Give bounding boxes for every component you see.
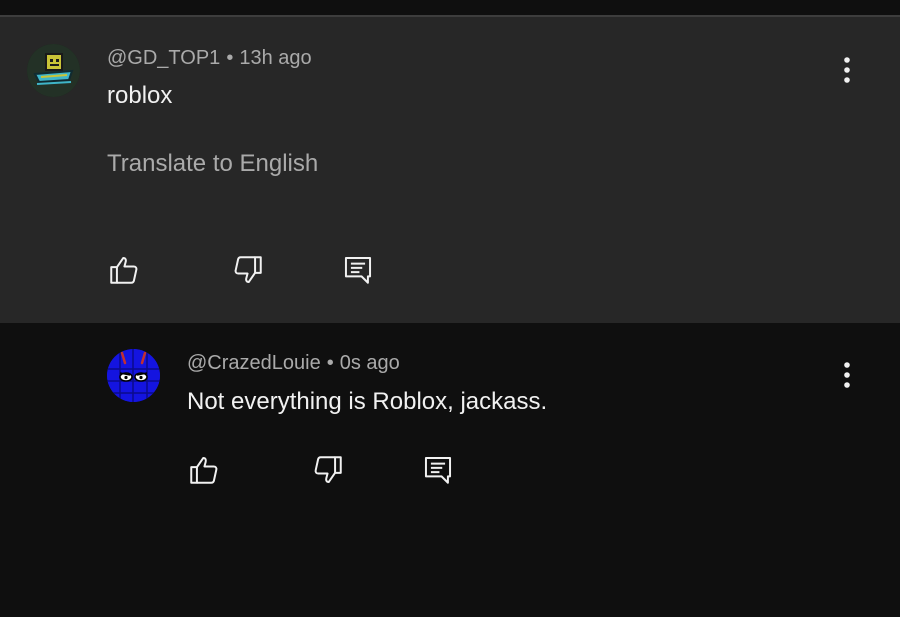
avatar[interactable] [27, 44, 80, 97]
reply-button[interactable] [418, 450, 458, 490]
dislike-button[interactable] [228, 250, 268, 290]
blue-devil-avatar-icon [107, 349, 160, 402]
comment-reply-item: @CrazedLouie • 0s ago Not everything is Ro… [0, 323, 900, 617]
comment-author[interactable]: @GD_TOP1 [107, 47, 220, 69]
thumbs-up-icon [110, 256, 138, 284]
meta-separator: • [226, 47, 234, 69]
more-vertical-icon [844, 362, 850, 388]
more-options-button[interactable] [832, 355, 862, 395]
like-button[interactable] [184, 450, 224, 490]
thumbs-down-icon [314, 456, 342, 484]
avatar[interactable] [107, 349, 160, 402]
top-bar [0, 0, 900, 15]
reply-comment-icon [344, 256, 372, 284]
thumbs-down-icon [234, 256, 262, 284]
comment-author[interactable]: @CrazedLouie [187, 352, 321, 374]
comment-text: Not everything is Roblox, jackass. [187, 388, 548, 415]
comment-timestamp[interactable]: 0s ago [340, 352, 400, 374]
more-vertical-icon [844, 57, 850, 83]
geometry-dash-cube-avatar-icon [27, 44, 80, 97]
comment-item: @GD_TOP1 • 13h ago roblox Translate to Eng… [0, 17, 900, 323]
meta-separator: • [326, 352, 334, 374]
comment-meta: @CrazedLouie • 0s ago [187, 352, 400, 375]
like-button[interactable] [104, 250, 144, 290]
reply-comment-icon [424, 456, 452, 484]
reply-button[interactable] [338, 250, 378, 290]
thumbs-up-icon [190, 456, 218, 484]
translate-link[interactable]: Translate to English [107, 150, 318, 178]
comment-timestamp[interactable]: 13h ago [239, 47, 311, 69]
comment-meta: @GD_TOP1 • 13h ago [107, 47, 312, 70]
comment-text: roblox [107, 82, 173, 109]
more-options-button[interactable] [832, 50, 862, 90]
dislike-button[interactable] [308, 450, 348, 490]
